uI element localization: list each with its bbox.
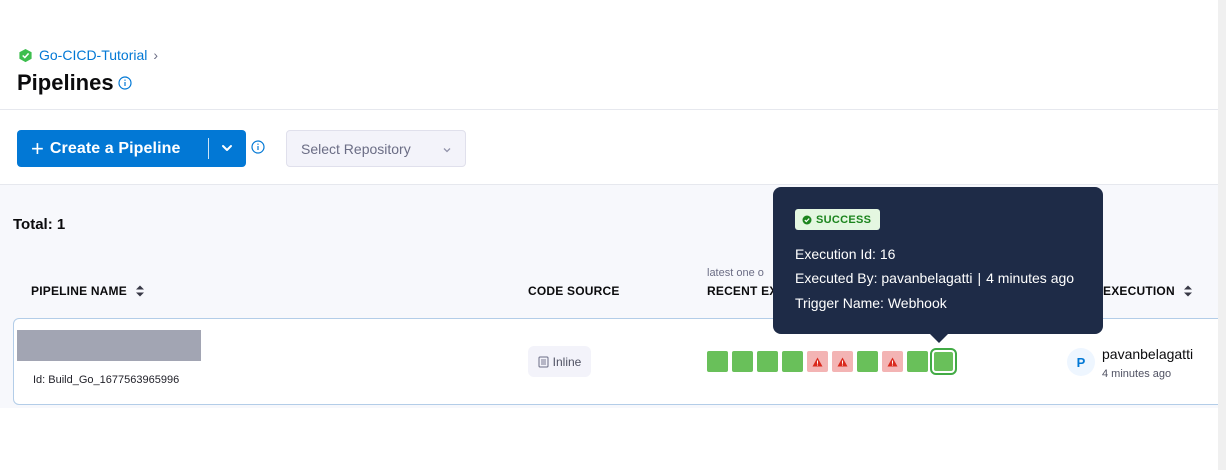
executed-by-time: 4 minutes ago (986, 270, 1075, 286)
plus-icon: + (31, 135, 44, 161)
execution-tooltip: SUCCESS Execution Id: 16 Executed By: pa… (773, 187, 1103, 334)
create-pipeline-label: Create a Pipeline (49, 139, 181, 157)
column-header-label: EXECUTION (1103, 284, 1175, 298)
execution-success-box[interactable] (930, 348, 957, 375)
chevron-down-icon (443, 148, 451, 153)
breadcrumb-separator: › (153, 47, 159, 63)
total-count: Total: 1 (13, 216, 66, 233)
trigger-label: Trigger Name: (795, 295, 884, 311)
execution-failed-box[interactable] (807, 351, 828, 372)
toolbar: + Create a Pipeline Select Repository (0, 111, 1226, 185)
column-header-recent-subtitle: latest one o (707, 267, 764, 279)
executed-by-label: Executed By: (795, 270, 878, 286)
tooltip-trigger: Trigger Name: Webhook (795, 295, 947, 311)
column-header-label: CODE SOURCE (528, 284, 620, 298)
execution-failed-box[interactable] (832, 351, 853, 372)
page-title-text: Pipelines (17, 70, 114, 95)
breadcrumb[interactable]: Go-CICD-Tutorial › (18, 47, 158, 63)
execution-success-box[interactable] (732, 351, 753, 372)
avatar: P (1067, 348, 1095, 376)
execution-success-box[interactable] (907, 351, 928, 372)
warning-icon (837, 357, 848, 366)
column-header-recent-executions: RECENT EX (707, 284, 777, 298)
status-label: SUCCESS (816, 213, 872, 226)
column-header-last-execution[interactable]: EXECUTION (1103, 284, 1193, 298)
sort-icon[interactable] (135, 284, 145, 298)
warning-icon (812, 357, 823, 366)
project-icon (19, 48, 32, 62)
create-pipeline-button[interactable]: + Create a Pipeline (17, 130, 246, 167)
caret-down-icon[interactable] (220, 141, 234, 155)
scrollbar[interactable] (1218, 0, 1226, 470)
tooltip-arrow (929, 333, 949, 343)
separator-bar: | (977, 270, 982, 286)
breadcrumb-project-link[interactable]: Go-CICD-Tutorial (39, 47, 147, 63)
pipeline-id: Id: Build_Go_1677563965996 (33, 374, 180, 386)
inline-icon (538, 356, 549, 367)
check-circle-icon (802, 215, 812, 224)
column-header-pipeline-name[interactable]: PIPELINE NAME (31, 284, 145, 298)
column-header-label: RECENT EX (707, 284, 778, 298)
column-header-code-source: CODE SOURCE (528, 284, 620, 298)
last-executed-time: 4 minutes ago (1102, 368, 1172, 380)
info-icon[interactable] (251, 140, 265, 154)
code-source-label: Inline (552, 354, 582, 369)
code-source-badge: Inline (528, 346, 591, 377)
execution-success-box[interactable] (707, 351, 728, 372)
execution-success-box[interactable] (782, 351, 803, 372)
tooltip-execution-id: Execution Id: 16 (795, 246, 896, 262)
page-title: Pipelines (17, 70, 132, 96)
executed-by-user: pavanbelagatti (881, 270, 973, 286)
repository-select[interactable]: Select Repository (286, 130, 466, 167)
warning-icon (887, 357, 898, 366)
repository-select-placeholder: Select Repository (301, 140, 411, 157)
button-divider (208, 138, 209, 159)
trigger-name: Webhook (887, 295, 947, 311)
last-executed-by: pavanbelagatti (1102, 346, 1194, 362)
status-badge: SUCCESS (795, 209, 881, 230)
execution-failed-box[interactable] (882, 351, 903, 372)
page-header: Go-CICD-Tutorial › Pipelines (0, 0, 1226, 110)
info-icon[interactable] (117, 76, 132, 90)
column-header-label: PIPELINE NAME (31, 284, 127, 298)
tooltip-executed-by: Executed By: pavanbelagatti | 4 minutes ag… (795, 270, 1074, 286)
execution-success-box[interactable] (757, 351, 778, 372)
recent-executions (707, 348, 957, 375)
pipeline-name-redacted[interactable] (17, 330, 201, 361)
sort-icon[interactable] (1183, 284, 1193, 298)
execution-success-box[interactable] (857, 351, 878, 372)
